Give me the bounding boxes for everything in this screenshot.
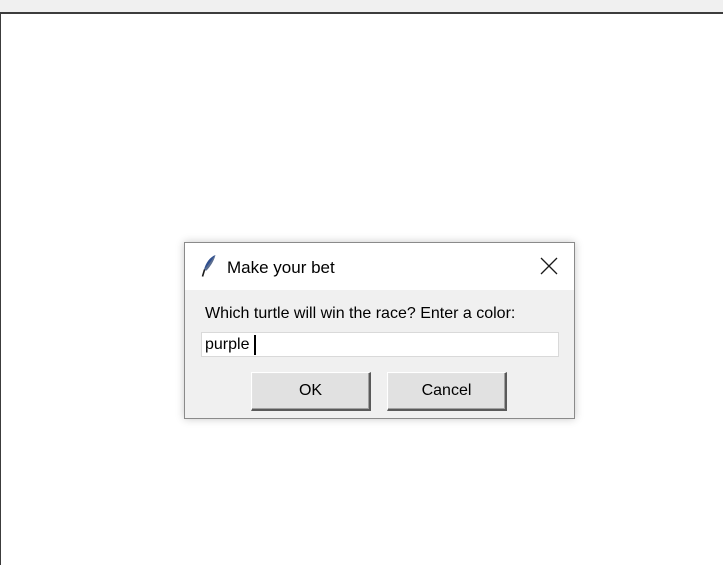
prompt-label: Which turtle will win the race? Enter a … — [205, 305, 516, 322]
desktop-screen: Make your bet Which turtle will win the … — [0, 0, 723, 565]
feather-icon — [201, 255, 216, 277]
bet-dialog: Make your bet Which turtle will win the … — [184, 242, 575, 419]
dialog-titlebar[interactable]: Make your bet — [185, 243, 574, 290]
ok-button[interactable]: OK — [251, 372, 371, 411]
dialog-title: Make your bet — [227, 258, 335, 277]
cancel-button[interactable]: Cancel — [387, 372, 507, 411]
top-strip — [0, 0, 723, 12]
close-icon[interactable] — [530, 249, 568, 283]
text-caret — [254, 335, 256, 355]
